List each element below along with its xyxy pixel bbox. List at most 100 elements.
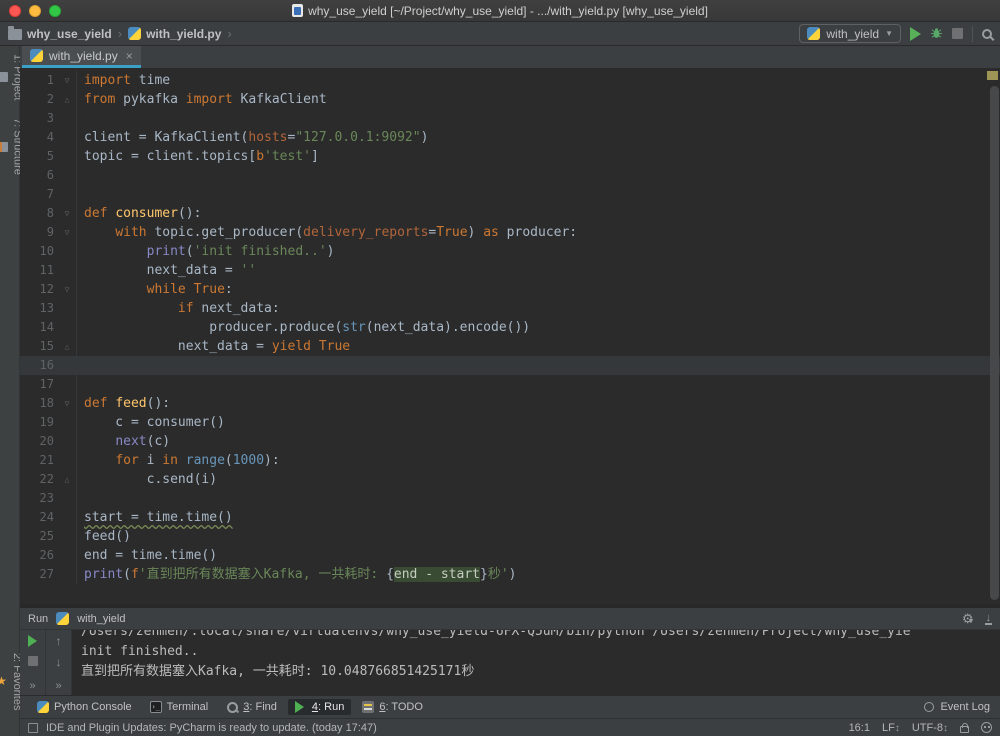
fold-gutter bbox=[58, 356, 76, 375]
code-line-20[interactable]: 20 next(c) bbox=[20, 432, 1000, 451]
code-line-17[interactable]: 17 bbox=[20, 375, 1000, 394]
line-number: 4 bbox=[20, 128, 58, 147]
fold-gutter bbox=[58, 299, 76, 318]
debug-button[interactable] bbox=[930, 27, 943, 40]
toolwindow-toggle-icon[interactable] bbox=[28, 723, 38, 733]
run-toolbar-primary: » bbox=[20, 630, 46, 695]
code-line-1[interactable]: 1▽import time bbox=[20, 71, 1000, 90]
stop-button[interactable] bbox=[952, 28, 963, 39]
code-line-27[interactable]: 27print(f'直到把所有数据塞入Kafka, 一共耗时: {end - s… bbox=[20, 565, 1000, 584]
code-line-8[interactable]: 8▽def consumer(): bbox=[20, 204, 1000, 223]
up-arrow-icon[interactable]: ↑ bbox=[56, 635, 62, 647]
line-number: 6 bbox=[20, 166, 58, 185]
status-bar: IDE and Plugin Updates: PyCharm is ready… bbox=[20, 718, 1000, 736]
line-number: 21 bbox=[20, 451, 58, 470]
code-text: feed() bbox=[76, 527, 131, 546]
editor-scrollbar[interactable] bbox=[990, 86, 999, 600]
code-editor[interactable]: 1▽import time2△from pykafka import Kafka… bbox=[20, 68, 1000, 604]
breadcrumb-project[interactable]: why_use_yield bbox=[27, 27, 112, 41]
python-console-icon bbox=[37, 701, 49, 713]
python-file-icon bbox=[30, 49, 43, 62]
fold-marker-icon[interactable]: △ bbox=[58, 337, 76, 356]
toolwindow-button-label: 6: TODO bbox=[379, 701, 423, 713]
fold-marker-icon[interactable]: ▽ bbox=[58, 394, 76, 413]
minimize-button[interactable] bbox=[29, 5, 41, 17]
console-line: /Users/zenmen/.local/share/virtualenvs/w… bbox=[81, 630, 1000, 642]
code-line-19[interactable]: 19 c = consumer() bbox=[20, 413, 1000, 432]
run-panel-config-tab[interactable]: with_yield bbox=[77, 613, 125, 625]
close-button[interactable] bbox=[9, 5, 21, 17]
toolwindow-button-find[interactable]: 3: Find bbox=[219, 699, 284, 715]
code-line-3[interactable]: 3 bbox=[20, 109, 1000, 128]
code-line-16[interactable]: 16 bbox=[20, 356, 1000, 375]
code-line-26[interactable]: 26end = time.time() bbox=[20, 546, 1000, 565]
event-log-button[interactable]: Event Log bbox=[924, 701, 990, 713]
fold-marker-icon[interactable]: ▽ bbox=[58, 223, 76, 242]
status-message[interactable]: IDE and Plugin Updates: PyCharm is ready… bbox=[46, 722, 377, 734]
fold-gutter bbox=[58, 147, 76, 166]
code-line-12[interactable]: 12▽ while True: bbox=[20, 280, 1000, 299]
down-arrow-icon[interactable]: ↓ bbox=[56, 656, 62, 668]
run-configuration-selector[interactable]: with_yield ▼ bbox=[799, 24, 901, 43]
breadcrumb-file[interactable]: with_yield.py bbox=[146, 27, 221, 41]
toolwindow-button-python-console[interactable]: Python Console bbox=[30, 699, 139, 715]
encoding-selector[interactable]: UTF-8↕ bbox=[912, 722, 948, 734]
code-line-5[interactable]: 5topic = client.topics[b'test'] bbox=[20, 147, 1000, 166]
code-line-22[interactable]: 22△ c.send(i) bbox=[20, 470, 1000, 489]
fold-marker-icon[interactable]: ▽ bbox=[58, 280, 76, 299]
project-icon bbox=[0, 72, 8, 82]
code-line-18[interactable]: 18▽def feed(): bbox=[20, 394, 1000, 413]
stop-button[interactable] bbox=[28, 656, 38, 666]
code-text bbox=[76, 489, 84, 508]
fold-marker-icon[interactable]: △ bbox=[58, 90, 76, 109]
code-text: import time bbox=[76, 71, 170, 90]
caret-position[interactable]: 16:1 bbox=[849, 722, 870, 734]
rerun-button[interactable] bbox=[28, 635, 37, 647]
fold-marker-icon[interactable]: ▽ bbox=[58, 71, 76, 90]
fold-gutter bbox=[58, 527, 76, 546]
toolwindow-button-terminal[interactable]: ›_Terminal bbox=[143, 699, 216, 715]
code-line-14[interactable]: 14 producer.produce(str(next_data).encod… bbox=[20, 318, 1000, 337]
zoom-button[interactable] bbox=[49, 5, 61, 17]
code-line-9[interactable]: 9▽ with topic.get_producer(delivery_repo… bbox=[20, 223, 1000, 242]
more-buttons-expander[interactable]: » bbox=[55, 680, 61, 692]
python-icon bbox=[56, 612, 69, 625]
code-line-21[interactable]: 21 for i in range(1000): bbox=[20, 451, 1000, 470]
code-line-2[interactable]: 2△from pykafka import KafkaClient bbox=[20, 90, 1000, 109]
inspection-status-square[interactable] bbox=[987, 71, 998, 80]
code-line-11[interactable]: 11 next_data = '' bbox=[20, 261, 1000, 280]
search-everywhere-icon[interactable] bbox=[982, 29, 992, 39]
code-line-15[interactable]: 15△ next_data = yield True bbox=[20, 337, 1000, 356]
traffic-lights bbox=[9, 5, 61, 17]
line-ending-selector[interactable]: LF↕ bbox=[882, 722, 900, 734]
code-line-6[interactable]: 6 bbox=[20, 166, 1000, 185]
line-number: 9 bbox=[20, 223, 58, 242]
tab-with-yield-py[interactable]: with_yield.py × bbox=[22, 46, 141, 68]
code-line-24[interactable]: 24start = time.time() bbox=[20, 508, 1000, 527]
code-line-25[interactable]: 25feed() bbox=[20, 527, 1000, 546]
lock-icon[interactable] bbox=[960, 726, 969, 733]
line-number: 7 bbox=[20, 185, 58, 204]
fold-marker-icon[interactable]: ▽ bbox=[58, 204, 76, 223]
hide-panel-icon[interactable]: ↓ bbox=[985, 613, 993, 625]
inspections-hector-icon[interactable] bbox=[981, 722, 992, 733]
line-number: 15 bbox=[20, 337, 58, 356]
line-number: 13 bbox=[20, 299, 58, 318]
code-text: def consumer(): bbox=[76, 204, 201, 223]
code-line-10[interactable]: 10 print('init finished..') bbox=[20, 242, 1000, 261]
fold-gutter bbox=[58, 185, 76, 204]
run-button[interactable] bbox=[910, 27, 921, 41]
more-buttons-expander[interactable]: » bbox=[29, 680, 35, 692]
code-line-4[interactable]: 4client = KafkaClient(hosts="127.0.0.1:9… bbox=[20, 128, 1000, 147]
toolwindow-button-run[interactable]: 4: Run bbox=[288, 699, 351, 715]
toolwindow-button-todo[interactable]: 6: TODO bbox=[355, 699, 430, 715]
run-console-output[interactable]: /Users/zenmen/.local/share/virtualenvs/w… bbox=[72, 630, 1000, 695]
close-icon[interactable]: × bbox=[126, 49, 133, 63]
fold-gutter bbox=[58, 242, 76, 261]
fold-marker-icon[interactable]: △ bbox=[58, 470, 76, 489]
run-toolbar-secondary: ↑ ↓ » bbox=[46, 630, 72, 695]
code-line-7[interactable]: 7 bbox=[20, 185, 1000, 204]
code-line-13[interactable]: 13 if next_data: bbox=[20, 299, 1000, 318]
code-line-23[interactable]: 23 bbox=[20, 489, 1000, 508]
toolbar-separator bbox=[972, 26, 973, 42]
